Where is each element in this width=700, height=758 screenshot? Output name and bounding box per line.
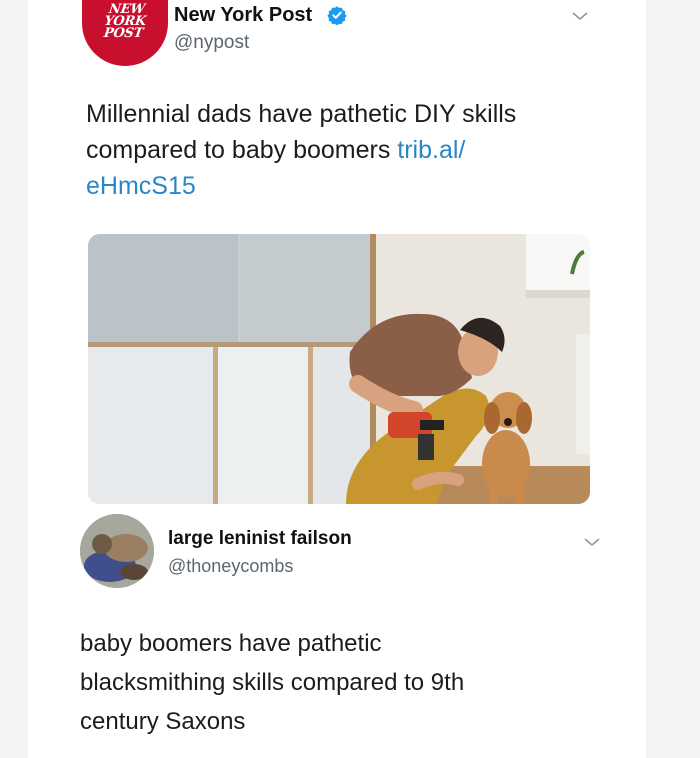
tweet-link-continued[interactable]: eHmcS15 [86, 168, 606, 204]
reply-author-handle[interactable]: @thoneycombs [168, 556, 293, 577]
tweet-author-handle[interactable]: @nypost [174, 32, 249, 54]
photo-man-drilling-with-dog [88, 234, 590, 504]
verified-badge-icon [327, 6, 347, 25]
tweet-text-line: compared to baby boomers trib.al/ [86, 132, 606, 168]
reply-text-line: century Saxons [80, 708, 246, 735]
tweet-author-name[interactable]: New York Post [174, 4, 312, 27]
chevron-down-icon[interactable] [583, 536, 601, 548]
tweet-body: Millennial dads have pathetic DIY skills… [86, 96, 606, 204]
reply-body: baby boomers have pathetic blacksmithing… [80, 624, 620, 741]
avatar-photo [80, 514, 154, 588]
tweet-link-cont[interactable]: eHmcS15 [86, 172, 196, 200]
chevron-down-icon[interactable] [571, 10, 589, 22]
tweet-link[interactable]: trib.al/ [397, 136, 465, 164]
tweet-text-line: Millennial dads have pathetic DIY skills [86, 100, 517, 128]
nypost-logo: NEW YORK POST [102, 2, 147, 41]
tweet-nypost: NEW YORK POST New York Post @nypost Mill… [28, 0, 646, 510]
tweet-media-image[interactable] [88, 234, 590, 504]
tweet-screenshot: NEW YORK POST New York Post @nypost Mill… [28, 0, 646, 758]
nypost-avatar[interactable]: NEW YORK POST [82, 0, 168, 66]
reply-text-line: blacksmithing skills compared to 9th [80, 669, 465, 696]
reply-text-line: baby boomers have pathetic [80, 630, 382, 657]
user-avatar[interactable] [80, 514, 154, 588]
tweet-text-segment: compared to baby boomers [86, 136, 398, 164]
reply-author-name[interactable]: large leninist failson [168, 528, 352, 550]
